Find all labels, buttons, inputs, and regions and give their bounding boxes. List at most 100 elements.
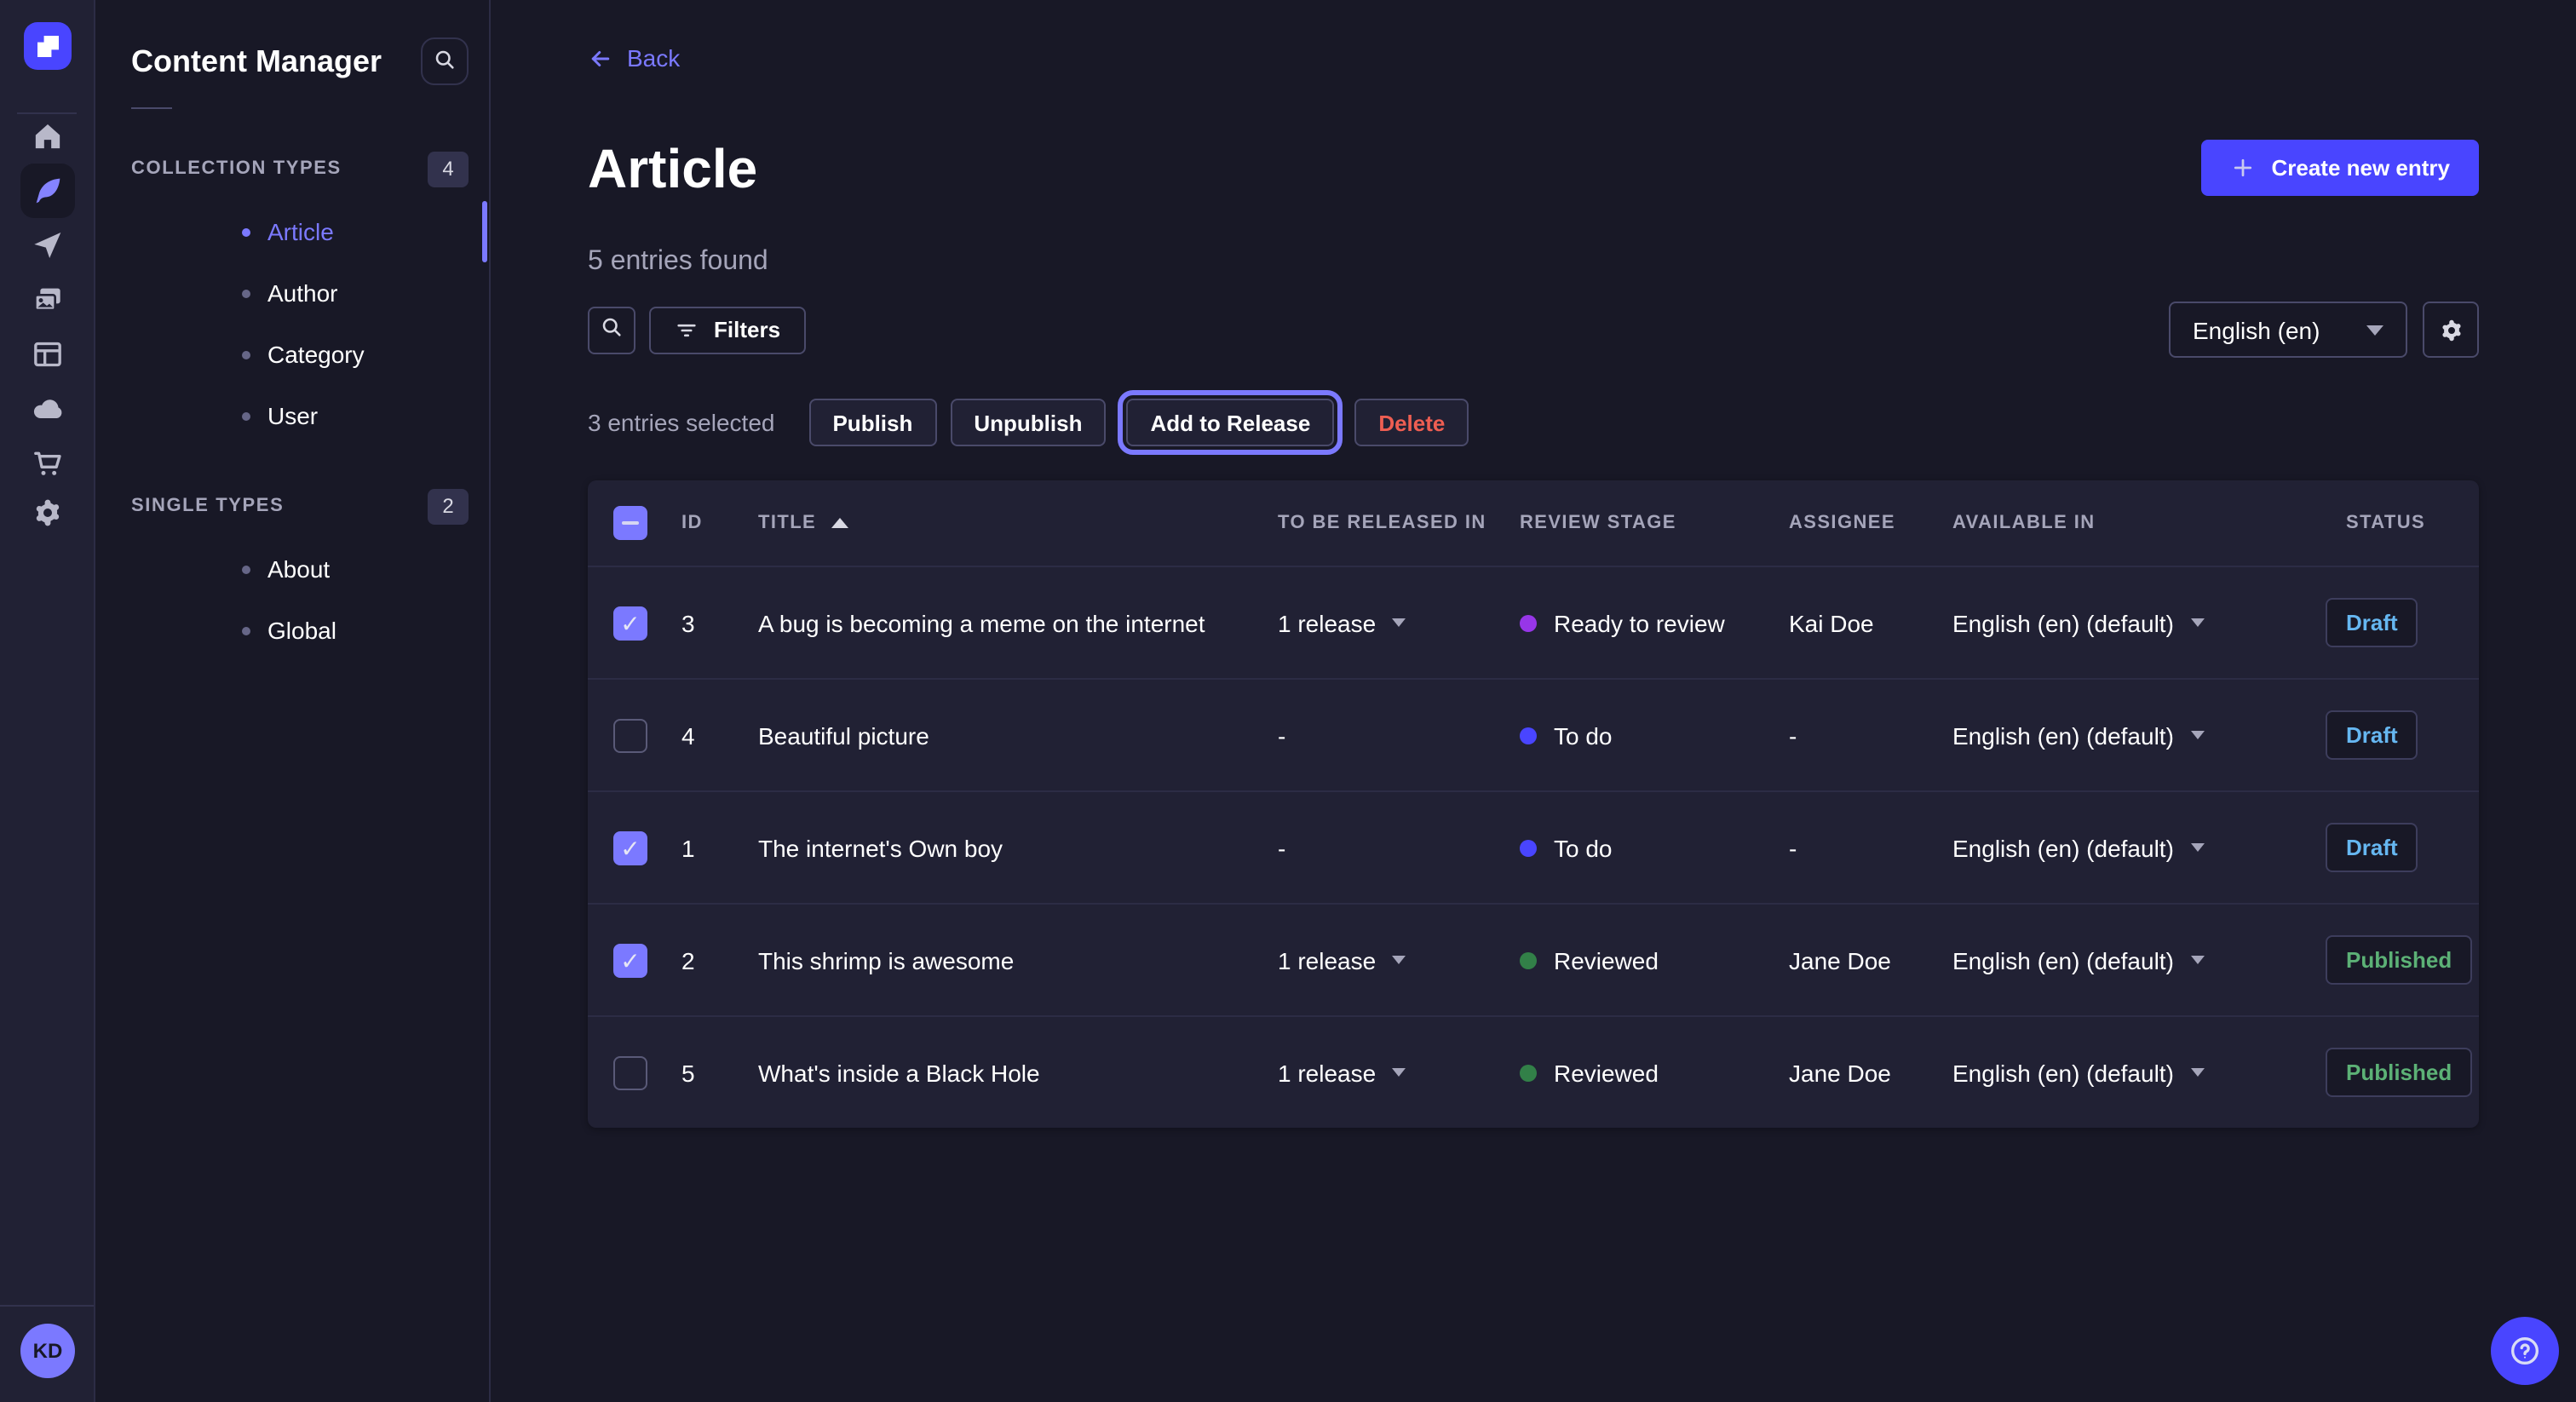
strapi-logo[interactable] — [24, 22, 72, 70]
rail-item-deploy[interactable] — [20, 382, 75, 436]
table-search-button[interactable] — [588, 307, 635, 354]
row-checkbox[interactable] — [613, 606, 647, 641]
cell-available-in[interactable]: English (en) (default) — [1952, 1060, 2326, 1087]
cell-id: 4 — [663, 722, 745, 750]
stage-dot-icon — [1520, 727, 1537, 744]
cell-title: A bug is becoming a meme on the internet — [745, 610, 1278, 637]
column-header-available[interactable]: AVAILABLE IN — [1952, 514, 2326, 534]
chevron-down-icon — [1391, 619, 1405, 628]
column-header-assignee[interactable]: ASSIGNEE — [1789, 514, 1952, 534]
releases-icon — [31, 228, 65, 262]
cell-id: 5 — [663, 1060, 745, 1087]
bullet-icon — [242, 289, 250, 297]
column-header-status[interactable]: STATUS — [2326, 514, 2479, 534]
chevron-down-icon — [2191, 619, 2205, 628]
entries-table: ID TITLE TO BE RELEASED IN REVIEW STAGE … — [588, 481, 2479, 1129]
main-content: Back Article Create new entry 5 entries … — [491, 0, 2576, 1402]
unpublish-button[interactable]: Unpublish — [950, 399, 1106, 447]
column-header-id[interactable]: ID — [663, 514, 745, 534]
column-header-title[interactable]: TITLE — [745, 514, 1278, 534]
select-all-checkbox[interactable] — [613, 507, 647, 541]
chevron-down-icon — [2191, 957, 2205, 965]
cell-to-be-released-in: - — [1278, 722, 1520, 750]
user-avatar[interactable]: KD — [20, 1324, 75, 1378]
delete-button[interactable]: Delete — [1354, 399, 1469, 447]
publish-button[interactable]: Publish — [808, 399, 936, 447]
stage-label: To do — [1554, 835, 1613, 862]
release-count-label: 1 release — [1278, 947, 1376, 974]
rail-item-content-type-builder[interactable] — [20, 327, 75, 382]
subnav-search-button[interactable] — [421, 37, 469, 85]
rail-item-marketplace[interactable] — [20, 436, 75, 491]
rail-item-home[interactable] — [20, 109, 75, 164]
sidebar-item-author[interactable]: Author — [95, 262, 489, 324]
cell-assignee: - — [1789, 722, 1952, 750]
locale-label: English (en) (default) — [1952, 947, 2174, 974]
cell-available-in[interactable]: English (en) (default) — [1952, 722, 2326, 750]
stage-label: Ready to review — [1554, 610, 1725, 637]
cell-title: What's inside a Black Hole — [745, 1060, 1278, 1087]
table-row[interactable]: 4Beautiful picture-To do-English (en) (d… — [588, 679, 2479, 791]
sidebar-item-label: Category — [267, 341, 365, 368]
subnav-section-header: COLLECTION TYPES 4 — [95, 150, 489, 187]
help-button[interactable] — [2491, 1317, 2559, 1385]
strapi-logo-icon — [37, 35, 59, 57]
chevron-down-icon — [1391, 957, 1405, 965]
locale-select[interactable]: English (en) — [2169, 302, 2407, 359]
subnav-section-label: COLLECTION TYPES — [131, 158, 342, 179]
table-row[interactable]: 5What's inside a Black Hole1 releaseRevi… — [588, 1016, 2479, 1129]
row-checkbox[interactable] — [613, 719, 647, 753]
view-settings-button[interactable] — [2423, 302, 2479, 359]
add-to-release-button[interactable]: Add to Release — [1126, 399, 1334, 447]
cell-to-be-released-in[interactable]: 1 release — [1278, 1060, 1520, 1087]
row-checkbox[interactable] — [613, 831, 647, 865]
rail-item-releases[interactable] — [20, 218, 75, 273]
filter-icon — [675, 319, 699, 342]
settings-icon — [31, 496, 65, 530]
rail-item-settings[interactable] — [20, 486, 75, 540]
table-row[interactable]: 2This shrimp is awesome1 releaseReviewed… — [588, 904, 2479, 1016]
stage-dot-icon — [1520, 615, 1537, 632]
media-library-icon — [31, 283, 65, 317]
sidebar-item-user[interactable]: User — [95, 385, 489, 446]
column-header-released[interactable]: TO BE RELEASED IN — [1278, 514, 1520, 534]
rail-item-media-library[interactable] — [20, 273, 75, 327]
gear-icon — [2437, 317, 2464, 344]
bullet-icon — [242, 350, 250, 359]
cell-available-in[interactable]: English (en) (default) — [1952, 835, 2326, 862]
rail-item-content-manager[interactable] — [20, 164, 75, 218]
cell-available-in[interactable]: English (en) (default) — [1952, 947, 2326, 974]
status-badge: Published — [2326, 1049, 2472, 1098]
subnav-section-count-badge: 4 — [428, 151, 469, 187]
sidebar-item-global[interactable]: Global — [95, 600, 489, 661]
cell-assignee: Kai Doe — [1789, 610, 1952, 637]
sidebar-item-article[interactable]: Article — [95, 201, 489, 262]
locale-value: English (en) — [2193, 317, 2320, 344]
locale-label: English (en) (default) — [1952, 610, 2174, 637]
cell-assignee: - — [1789, 835, 1952, 862]
subnav-divider — [131, 107, 172, 109]
column-header-stage[interactable]: REVIEW STAGE — [1520, 514, 1789, 534]
cell-to-be-released-in[interactable]: 1 release — [1278, 947, 1520, 974]
sidebar-item-category[interactable]: Category — [95, 324, 489, 385]
subnav-section-count-badge: 2 — [428, 488, 469, 524]
cell-to-be-released-in[interactable]: 1 release — [1278, 610, 1520, 637]
create-new-entry-button[interactable]: Create new entry — [2201, 141, 2479, 197]
cell-to-be-released-in: - — [1278, 835, 1520, 862]
content-type-builder-icon — [31, 337, 65, 371]
chevron-down-icon — [2366, 325, 2383, 336]
row-checkbox[interactable] — [613, 1056, 647, 1090]
active-indicator — [482, 201, 487, 262]
sidebar-item-about[interactable]: About — [95, 538, 489, 600]
table-row[interactable]: 3A bug is becoming a meme on the interne… — [588, 566, 2479, 679]
cell-available-in[interactable]: English (en) (default) — [1952, 610, 2326, 637]
filters-button[interactable]: Filters — [649, 307, 806, 354]
table-row[interactable]: 1The internet's Own boy-To do-English (e… — [588, 791, 2479, 904]
release-count-label: 1 release — [1278, 1060, 1376, 1087]
cell-review-stage: To do — [1520, 722, 1789, 750]
back-link[interactable]: Back — [588, 44, 680, 72]
row-checkbox[interactable] — [613, 944, 647, 978]
sidebar-item-label: User — [267, 402, 318, 429]
content-manager-icon — [31, 174, 65, 208]
subnav-sections: COLLECTION TYPES 4 ArticleAuthor Category Us… — [95, 150, 489, 661]
